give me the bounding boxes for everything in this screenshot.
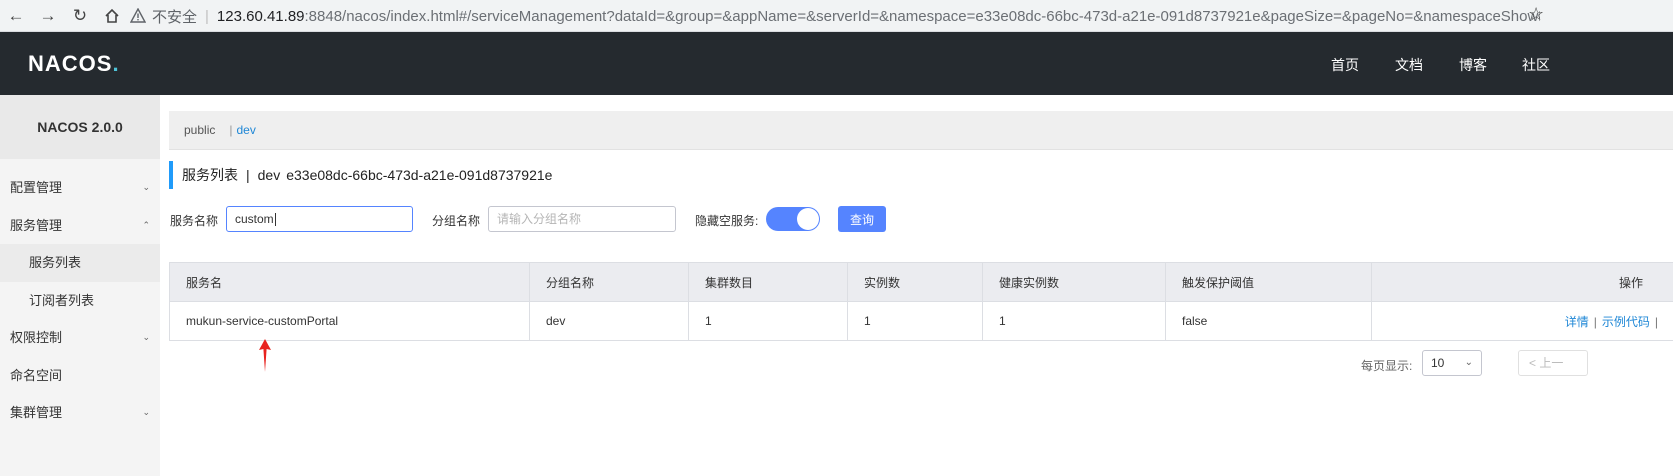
service-table: 服务名 分组名称 集群数目 实例数 健康实例数 触发保护阈值 操作 mukun-… — [169, 262, 1673, 341]
home-icon[interactable] — [96, 0, 128, 32]
chevron-down-icon: ⌄ — [142, 182, 150, 192]
annotation-arrow-icon — [259, 339, 271, 372]
hide-empty-label: 隐藏空服务: — [695, 214, 759, 228]
version-title: NACOS 2.0.0 — [0, 95, 160, 159]
col-group-name: 分组名称 — [529, 262, 689, 302]
chevron-down-icon: ⌄ — [142, 407, 150, 417]
chevron-up-icon: ⌃ — [142, 219, 150, 230]
table-row: mukun-service-customPortal dev 1 1 1 fal… — [169, 301, 1673, 341]
prev-page-button[interactable]: < 上一 — [1518, 350, 1588, 376]
insecure-label: 不安全 — [152, 8, 198, 26]
url-path: :8848/nacos/index.html#/serviceManagemen… — [304, 7, 1540, 25]
col-operations: 操作 — [1371, 262, 1673, 302]
url-host: 123.60.41.89 — [216, 7, 305, 25]
address-bar[interactable]: 不安全 | 123.60.41.89:8848/nacos/index.html… — [130, 3, 1540, 29]
sample-code-link[interactable]: 示例代码 — [1602, 315, 1650, 329]
sidebar-item-subscribers[interactable]: 订阅者列表 — [0, 282, 160, 320]
nav-home[interactable]: 首页 — [1331, 55, 1359, 75]
sidebar-item-auth[interactable]: 权限控制 ⌄ — [0, 319, 160, 357]
col-service-name: 服务名 — [169, 262, 530, 302]
browser-toolbar: ← → ↻ 不安全 | 123.60.41.89:8848/nacos/inde… — [0, 0, 1673, 32]
url-divider: | — [205, 7, 209, 25]
detail-link[interactable]: 详情 — [1565, 315, 1589, 329]
chevron-down-icon: ⌄ — [142, 332, 150, 342]
sidebar-item-config[interactable]: 配置管理 ⌄ — [0, 169, 160, 207]
cell-instances: 1 — [847, 301, 983, 341]
nacos-logo[interactable]: NACOS. — [28, 51, 120, 77]
back-icon[interactable]: ← — [0, 0, 32, 32]
namespace-public[interactable]: public — [184, 123, 215, 137]
cell-group: dev — [529, 301, 689, 341]
sidebar: NACOS 2.0.0 配置管理 ⌄ 服务管理 ⌃ 服务列表 订阅者列表 权限控制 ⌄… — [0, 95, 160, 476]
top-header: NACOS. 首页 文档 博客 社区 — [0, 32, 1673, 95]
sidebar-item-namespace[interactable]: 命名空间 — [0, 357, 160, 395]
nav-blog[interactable]: 博客 — [1459, 55, 1487, 75]
cell-threshold: false — [1165, 301, 1372, 341]
namespace-separator: | — [229, 123, 233, 137]
service-name-input[interactable]: custom — [226, 206, 413, 232]
cell-operations: 详情 | 示例代码 | — [1371, 301, 1673, 341]
group-name-input[interactable]: 请输入分组名称 — [488, 206, 676, 232]
sidebar-item-service-list[interactable]: 服务列表 — [0, 244, 160, 282]
col-healthy-count: 健康实例数 — [982, 262, 1166, 302]
group-name-label: 分组名称 — [432, 214, 481, 228]
cell-clusters: 1 — [688, 301, 848, 341]
forward-icon[interactable]: → — [32, 0, 64, 32]
col-instance-count: 实例数 — [847, 262, 983, 302]
cell-healthy: 1 — [982, 301, 1166, 341]
nav-docs[interactable]: 文档 — [1395, 55, 1423, 75]
warning-icon — [130, 8, 146, 24]
cell-service-name: mukun-service-customPortal — [169, 301, 530, 341]
nav-community[interactable]: 社区 — [1522, 55, 1550, 75]
col-threshold: 触发保护阈值 — [1165, 262, 1372, 302]
chevron-down-icon: ⌄ — [1464, 357, 1473, 368]
service-name-label: 服务名称 — [170, 214, 219, 228]
sidebar-item-cluster[interactable]: 集群管理 ⌄ — [0, 394, 160, 432]
namespace-bar: public | dev — [169, 111, 1673, 150]
title-accent-bar — [169, 161, 173, 189]
reload-icon[interactable]: ↻ — [64, 0, 96, 32]
page-title: 服务列表 | dev e33e08dc-66bc-473d-a21e-091d8… — [169, 160, 552, 190]
col-cluster-count: 集群数目 — [688, 262, 848, 302]
bookmark-star-icon[interactable]: ☆ — [1528, 4, 1544, 25]
hide-empty-toggle[interactable] — [766, 207, 820, 231]
sidebar-item-service-mgmt[interactable]: 服务管理 ⌃ — [0, 207, 160, 245]
query-button[interactable]: 查询 — [838, 206, 886, 232]
table-header-row: 服务名 分组名称 集群数目 实例数 健康实例数 触发保护阈值 操作 — [169, 262, 1673, 302]
namespace-dev[interactable]: dev — [236, 123, 255, 137]
page-size-label: 每页显示: — [1361, 359, 1413, 373]
page-size-select[interactable]: 10 ⌄ — [1422, 350, 1482, 376]
